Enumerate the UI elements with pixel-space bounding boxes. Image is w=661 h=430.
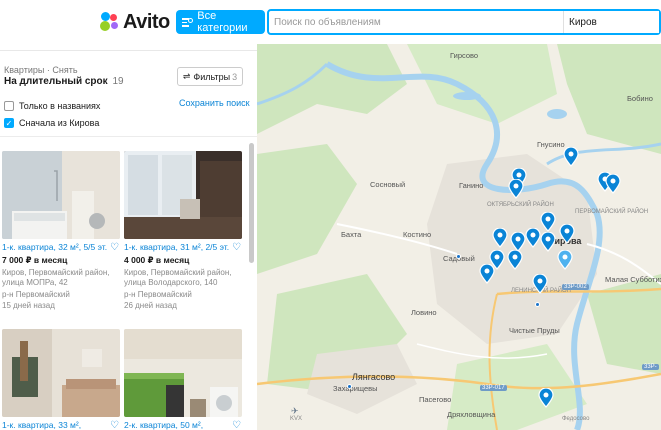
listing-title[interactable]: 1-к. квартира, 33 м², [2, 420, 122, 430]
listing-photo[interactable] [2, 151, 120, 239]
divider [0, 136, 257, 137]
listing-price: 4 000 ₽ в месяц [124, 255, 190, 265]
listing-card[interactable]: 1-к. квартира, 31 м², 2/5 эт. ♡ 4 000 ₽ … [124, 151, 244, 310]
road-badge-33r: 33Р- [642, 364, 659, 370]
categories-search-icon [182, 17, 194, 27]
map-label-bakhta: Бахта [341, 230, 362, 239]
favorite-heart-icon[interactable]: ♡ [232, 420, 241, 430]
listing-address: Киров, Первомайский район, улица МОПРа, … [2, 268, 110, 287]
search-input[interactable] [269, 11, 563, 33]
map-label-kostino: Костино [403, 230, 432, 239]
map-pin-icon[interactable] [479, 264, 495, 284]
logo-text: Avito [123, 10, 170, 33]
scrollbar[interactable] [249, 143, 254, 263]
listing-title[interactable]: 1-к. квартира, 32 м², 5/5 эт. [2, 242, 122, 252]
listing-photo[interactable] [124, 329, 242, 417]
avito-logo[interactable]: Avito [100, 11, 170, 33]
map-label-bobino: Бобино [627, 94, 653, 103]
map-pin-icon[interactable] [492, 228, 508, 248]
save-search-link[interactable]: Сохранить поиск [179, 98, 250, 108]
favorite-heart-icon[interactable]: ♡ [110, 420, 119, 430]
listing-card[interactable]: 1-к. квартира, 33 м², ♡ [2, 329, 122, 430]
map-pin-icon[interactable] [508, 179, 524, 199]
only-titles-checkbox[interactable]: Только в названиях [4, 101, 100, 111]
map-pin-icon[interactable] [532, 274, 548, 294]
road-badge-33r002: 33Р-002 [562, 284, 589, 290]
map-pin-icon[interactable] [538, 388, 554, 408]
all-categories-button[interactable]: Все категории [176, 10, 265, 34]
header: Avito Все категории [0, 0, 661, 44]
map-label-lyangasovo: Лянгасово [352, 372, 396, 382]
map-label-pasegovo: Пасегово [419, 395, 452, 404]
favorite-heart-icon[interactable]: ♡ [110, 242, 119, 253]
road-badge-33r017: 33Р-017 [480, 385, 507, 391]
map-label-sosnovy: Сосновый [370, 180, 406, 189]
map-pin-icon[interactable] [510, 232, 526, 252]
listing-photo[interactable] [124, 151, 242, 239]
kirov-first-checkbox[interactable]: ✓ Сначала из Кирова [4, 118, 99, 128]
listing-address: Киров, Первомайский район, улица Володар… [124, 268, 232, 287]
listing-card[interactable]: 2-к. квартира, 50 м², ♡ [124, 329, 244, 430]
map-dot-marker[interactable] [347, 384, 352, 389]
airport-icon: ✈ [291, 406, 299, 416]
map-pin-icon[interactable] [540, 212, 556, 232]
results-count: 19 [112, 76, 124, 87]
filters-count: 3 [232, 71, 238, 82]
map-pin-icon[interactable] [507, 250, 523, 270]
favorite-heart-icon[interactable]: ♡ [232, 242, 241, 253]
listing-date: 15 дней назад [2, 301, 55, 310]
listing-title[interactable]: 1-к. квартира, 31 м², 2/5 эт. [124, 242, 244, 252]
map-pin-icon[interactable] [540, 232, 556, 252]
map-pin-icon[interactable] [557, 250, 573, 270]
map-label-fedosovo: Федосово [562, 416, 590, 422]
map-canvas [257, 44, 661, 430]
page-title-text: На длительный срок [4, 76, 108, 87]
filters-button[interactable]: ⇌ Фильтры 3 [177, 67, 243, 86]
map[interactable]: Гирсово Бобино Гнусино Сосновый Ганино О… [257, 44, 661, 430]
map-label-girsovo: Гирсово [450, 51, 479, 60]
map-label-ganino: Ганино [459, 181, 484, 190]
listing-district: р-н Первомайский [124, 290, 192, 299]
checkbox-box [4, 101, 14, 111]
page-title: На длительный срок 19 [4, 76, 124, 87]
only-titles-label: Только в названиях [19, 101, 101, 111]
map-dot-marker[interactable] [456, 254, 461, 259]
map-label-pervomaysky: ПЕРВОМАЙСКИЙ РАЙОН [575, 209, 649, 215]
search-bar [267, 9, 661, 35]
filters-label: Фильтры [193, 71, 231, 82]
map-label-malaya-subbotikha: Малая Субботиха [605, 275, 661, 284]
map-pin-icon[interactable] [559, 224, 575, 244]
listing-title[interactable]: 2-к. квартира, 50 м², [124, 420, 244, 430]
listing-date: 26 дней назад [124, 301, 177, 310]
listing-district: р-н Первомайский [2, 290, 70, 299]
filters-icon: ⇌ [182, 71, 191, 81]
map-label-dryakhlovshchina: Дряхловщина [447, 410, 496, 419]
kirov-first-label: Сначала из Кирова [19, 118, 100, 128]
listings-panel: Квартиры · Снять На длительный срок 19 ⇌… [0, 50, 257, 430]
city-input[interactable] [563, 11, 659, 33]
map-label-chistye-prudy: Чистые Пруды [509, 326, 560, 335]
map-pin-icon[interactable] [605, 174, 621, 194]
logo-dots-icon [100, 12, 120, 32]
map-label-lovino: Ловино [411, 308, 437, 317]
checkmark-icon: ✓ [4, 118, 14, 128]
map-pin-icon[interactable] [563, 147, 579, 167]
listing-card[interactable]: 1-к. квартира, 32 м², 5/5 эт. ♡ 7 000 ₽ … [2, 151, 122, 310]
map-label-oktyabrsky: ОКТЯБРЬСКИЙ РАЙОН [487, 202, 554, 208]
all-categories-label: Все категории [197, 10, 248, 34]
map-dot-marker[interactable] [535, 302, 540, 307]
map-pin-icon[interactable] [525, 228, 541, 248]
map-label-gnusino: Гнусино [537, 140, 565, 149]
map-label-zakharishchevy: Захарищевы [333, 384, 378, 393]
listing-photo[interactable] [2, 329, 120, 417]
listing-price: 7 000 ₽ в месяц [2, 255, 68, 265]
breadcrumb[interactable]: Квартиры · Снять [4, 65, 78, 75]
